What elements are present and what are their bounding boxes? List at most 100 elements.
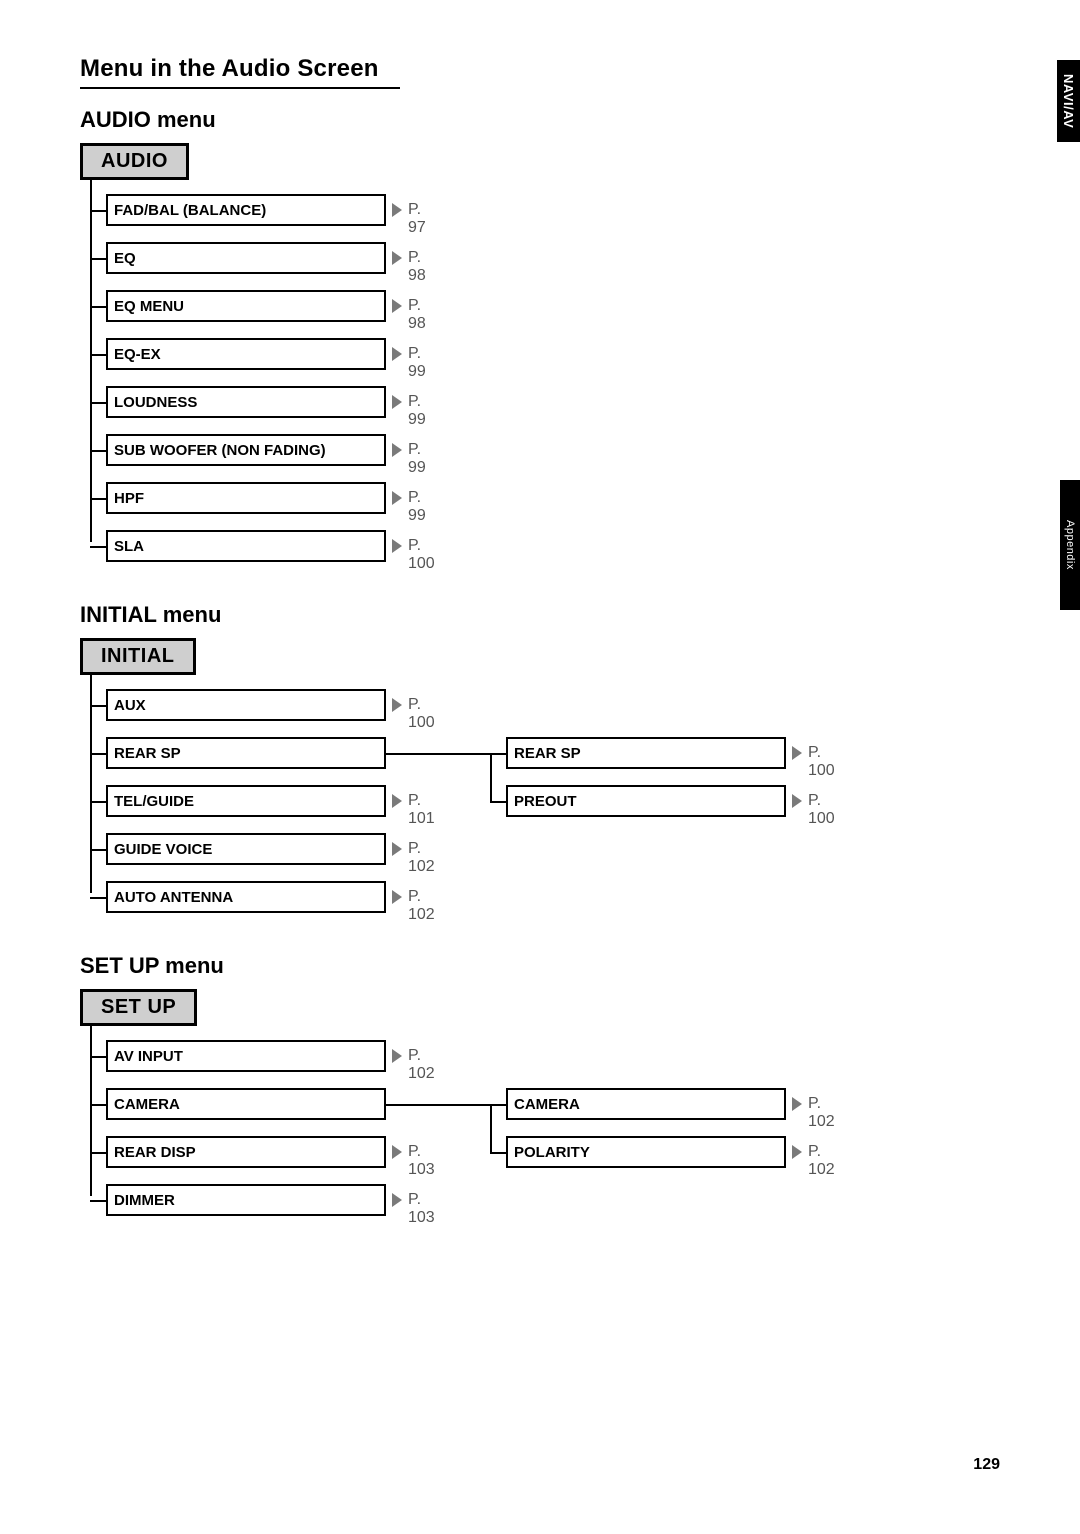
- page-ref: P. 100: [808, 744, 835, 780]
- subtree-trunk: [490, 1104, 492, 1152]
- page-ref-arrow-icon: [392, 890, 402, 904]
- submenu-item-box: CAMERA: [506, 1088, 786, 1120]
- page-ref-arrow-icon: [792, 1097, 802, 1111]
- initial-heading: INITIAL menu: [80, 602, 910, 628]
- page-ref: P. 100: [808, 792, 835, 828]
- page-ref: P. 98: [408, 297, 426, 333]
- menu-item-box: DIMMER: [106, 1184, 386, 1216]
- setup-menu-head: SET UP: [80, 989, 197, 1026]
- menu-item-box: EQ MENU: [106, 290, 386, 322]
- menu-item-box: FAD/BAL (BALANCE): [106, 194, 386, 226]
- menu-item-box: AUX: [106, 689, 386, 721]
- audio-menu-head: AUDIO: [80, 143, 189, 180]
- tree-branch: [90, 546, 106, 548]
- page-ref-arrow-icon: [392, 1145, 402, 1159]
- tree-branch: [90, 1200, 106, 1202]
- page-ref-arrow-icon: [392, 395, 402, 409]
- tree-branch: [90, 258, 106, 260]
- tree-branch: [90, 354, 106, 356]
- menu-item-box: EQ-EX: [106, 338, 386, 370]
- tree-connector: [386, 753, 490, 755]
- menu-item-box: EQ: [106, 242, 386, 274]
- submenu-item-box: PREOUT: [506, 785, 786, 817]
- page-ref-arrow-icon: [392, 698, 402, 712]
- menu-item-box: REAR SP: [106, 737, 386, 769]
- page-ref: P. 103: [408, 1191, 435, 1227]
- tree-trunk: [90, 675, 92, 893]
- menu-item-box: REAR DISP: [106, 1136, 386, 1168]
- page-ref-arrow-icon: [392, 842, 402, 856]
- menu-item-box: SLA: [106, 530, 386, 562]
- page-ref-arrow-icon: [392, 1193, 402, 1207]
- audio-section: AUDIO menu AUDIO FAD/BAL (BALANCE) P. 97 E…: [80, 107, 910, 574]
- page-ref-arrow-icon: [392, 794, 402, 808]
- side-tab-navi-av: NAVI/AV: [1057, 60, 1080, 142]
- submenu-item-box: POLARITY: [506, 1136, 786, 1168]
- menu-item-box: TEL/GUIDE: [106, 785, 386, 817]
- tree-connector: [386, 1104, 490, 1106]
- subtree-branch: [490, 801, 506, 803]
- tree-branch: [90, 801, 106, 803]
- page-ref-arrow-icon: [392, 299, 402, 313]
- setup-section: SET UP menu SET UP AV INPUTP. 102CAMERAP…: [80, 953, 910, 1228]
- page-ref: P. 102: [408, 840, 435, 876]
- page-ref: P. 102: [408, 888, 435, 924]
- tree-branch: [90, 1104, 106, 1106]
- menu-item-box: HPF: [106, 482, 386, 514]
- page-ref-arrow-icon: [392, 347, 402, 361]
- subtree-trunk: [490, 753, 492, 801]
- subtree-branch: [490, 1152, 506, 1154]
- initial-menu-head: INITIAL: [80, 638, 196, 675]
- tree-branch: [90, 210, 106, 212]
- page-ref-arrow-icon: [392, 539, 402, 553]
- page-ref: P. 100: [408, 696, 435, 732]
- page-ref-arrow-icon: [392, 491, 402, 505]
- page-ref: P. 99: [408, 393, 426, 429]
- page-ref-arrow-icon: [392, 251, 402, 265]
- tree-trunk: [90, 1026, 92, 1196]
- page-ref-arrow-icon: [392, 1049, 402, 1063]
- menu-item-box: AUTO ANTENNA: [106, 881, 386, 913]
- page-ref: P. 103: [408, 1143, 435, 1179]
- subtree-branch: [490, 753, 506, 755]
- page-ref-arrow-icon: [792, 794, 802, 808]
- page-ref: P. 102: [408, 1047, 435, 1083]
- page-ref: P. 99: [408, 489, 426, 525]
- tree-branch: [90, 1152, 106, 1154]
- subtree-branch: [490, 1104, 506, 1106]
- tree-branch: [90, 705, 106, 707]
- page-ref-arrow-icon: [392, 443, 402, 457]
- page-ref: P. 99: [408, 345, 426, 381]
- tree-trunk: [90, 180, 92, 542]
- page-ref: P. 101: [408, 792, 435, 828]
- page-ref: P. 100: [408, 537, 435, 573]
- title-rule: [80, 87, 400, 89]
- side-tab-appendix: Appendix: [1060, 480, 1080, 610]
- page-ref-arrow-icon: [392, 203, 402, 217]
- page-ref-arrow-icon: [792, 746, 802, 760]
- initial-section: INITIAL menu INITIAL AUX P. 100 REAR SP P. …: [80, 602, 910, 925]
- audio-heading: AUDIO menu: [80, 107, 910, 133]
- tree-branch: [90, 849, 106, 851]
- page-title: Menu in the Audio Screen: [80, 55, 910, 83]
- page-ref-arrow-icon: [792, 1145, 802, 1159]
- tree-branch: [90, 498, 106, 500]
- page-ref: P. 98: [408, 249, 426, 285]
- page-ref: P. 99: [408, 441, 426, 477]
- menu-item-box: LOUDNESS: [106, 386, 386, 418]
- page-ref: P. 102: [808, 1143, 835, 1179]
- menu-item-box: SUB WOOFER (NON FADING): [106, 434, 386, 466]
- page-ref: P. 102: [808, 1095, 835, 1131]
- menu-item-box: GUIDE VOICE: [106, 833, 386, 865]
- page-number: 129: [973, 1456, 1000, 1474]
- tree-branch: [90, 1056, 106, 1058]
- submenu-item-box: REAR SP: [506, 737, 786, 769]
- menu-item-box: AV INPUT: [106, 1040, 386, 1072]
- tree-branch: [90, 753, 106, 755]
- page-ref: P. 97: [408, 201, 426, 237]
- tree-branch: [90, 450, 106, 452]
- menu-item-box: CAMERA: [106, 1088, 386, 1120]
- tree-branch: [90, 402, 106, 404]
- tree-branch: [90, 897, 106, 899]
- tree-branch: [90, 306, 106, 308]
